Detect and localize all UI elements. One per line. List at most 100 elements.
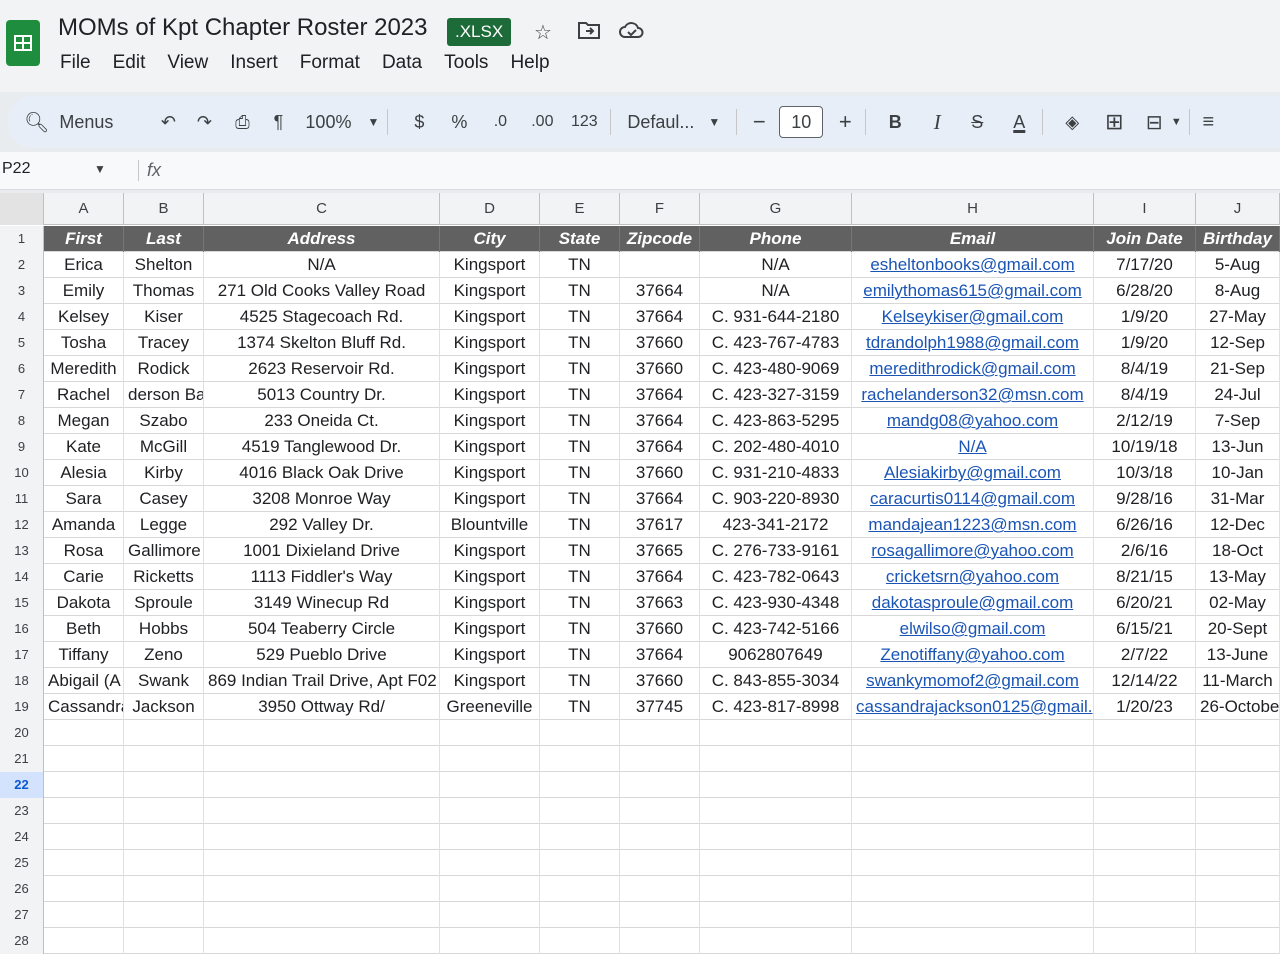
cell-g[interactable] [700, 772, 852, 798]
cell-j[interactable]: 8-Aug [1196, 278, 1280, 304]
merge-cells-icon[interactable]: ⊟ [1139, 105, 1169, 139]
cloud-status-icon[interactable] [619, 20, 645, 46]
row-number[interactable]: 24 [0, 824, 44, 850]
cell-j[interactable]: 24-Jul [1196, 382, 1280, 408]
cell-h[interactable] [852, 746, 1094, 772]
cell-d[interactable]: Kingsport [440, 668, 540, 694]
cell-f[interactable]: 37660 [620, 356, 700, 382]
cell-i[interactable] [1094, 876, 1196, 902]
cell-h[interactable]: dakotasproule@gmail.com [852, 590, 1094, 616]
cell-j[interactable]: 13-May [1196, 564, 1280, 590]
cell-j[interactable]: 13-Jun [1196, 434, 1280, 460]
cell-e[interactable]: TN [540, 694, 620, 720]
cell-h[interactable]: Alesiakirby@gmail.com [852, 460, 1094, 486]
cell-a[interactable] [44, 902, 124, 928]
cell-a[interactable]: Kate [44, 434, 124, 460]
cell-a[interactable]: Beth [44, 616, 124, 642]
cell-a[interactable]: Erica [44, 252, 124, 278]
cell-b[interactable]: Gallimore [124, 538, 204, 564]
cell-a[interactable] [44, 746, 124, 772]
cell-f[interactable]: Zipcode [620, 226, 700, 252]
cell-c[interactable]: 5013 Country Dr. [204, 382, 440, 408]
row-number[interactable]: 7 [0, 382, 44, 408]
cell-d[interactable]: Kingsport [440, 278, 540, 304]
cell-i[interactable] [1094, 720, 1196, 746]
cell-b[interactable] [124, 850, 204, 876]
cell-a[interactable]: Emily [44, 278, 124, 304]
cell-i[interactable]: 2/12/19 [1094, 408, 1196, 434]
cell-j[interactable]: 21-Sep [1196, 356, 1280, 382]
cell-f[interactable] [620, 876, 700, 902]
column-header-d[interactable]: D [440, 193, 540, 225]
cell-i[interactable]: Join Date [1094, 226, 1196, 252]
menu-tools[interactable]: Tools [444, 52, 488, 74]
cell-b[interactable]: Hobbs [124, 616, 204, 642]
cell-i[interactable]: 6/28/20 [1094, 278, 1196, 304]
number-format-button[interactable]: 123 [566, 105, 602, 139]
cell-d[interactable] [440, 824, 540, 850]
cell-f[interactable] [620, 252, 700, 278]
cell-i[interactable]: 6/15/21 [1094, 616, 1196, 642]
cell-j[interactable]: 12-Sep [1196, 330, 1280, 356]
cell-d[interactable] [440, 746, 540, 772]
cell-i[interactable]: 1/9/20 [1094, 330, 1196, 356]
cell-i[interactable] [1094, 824, 1196, 850]
cell-e[interactable]: TN [540, 330, 620, 356]
column-header-h[interactable]: H [852, 193, 1094, 225]
cell-g[interactable]: 423-341-2172 [700, 512, 852, 538]
cell-d[interactable]: Kingsport [440, 486, 540, 512]
zoom-select[interactable]: 100% ▼ [305, 105, 379, 139]
row-number[interactable]: 1 [0, 226, 44, 252]
cell-b[interactable]: Jackson [124, 694, 204, 720]
increase-decimal-button[interactable]: .00 [524, 105, 560, 139]
cell-h[interactable]: swankymomof2@gmail.com [852, 668, 1094, 694]
cell-c[interactable]: 271 Old Cooks Valley Road [204, 278, 440, 304]
cell-f[interactable]: 37664 [620, 382, 700, 408]
cell-b[interactable]: Sproule [124, 590, 204, 616]
column-header-f[interactable]: F [620, 193, 700, 225]
cell-a[interactable]: Rachel [44, 382, 124, 408]
cell-b[interactable]: Casey [124, 486, 204, 512]
row-number[interactable]: 10 [0, 460, 44, 486]
row-number[interactable]: 21 [0, 746, 44, 772]
cell-c[interactable]: 3950 Ottway Rd/ [204, 694, 440, 720]
cell-h[interactable]: elwilso@gmail.com [852, 616, 1094, 642]
cell-c[interactable]: 233 Oneida Ct. [204, 408, 440, 434]
cell-i[interactable] [1094, 902, 1196, 928]
cell-h[interactable] [852, 720, 1094, 746]
cell-h[interactable] [852, 850, 1094, 876]
cell-j[interactable]: 12-Dec [1196, 512, 1280, 538]
cell-e[interactable] [540, 824, 620, 850]
cell-d[interactable]: Kingsport [440, 590, 540, 616]
row-number[interactable]: 26 [0, 876, 44, 902]
cell-j[interactable] [1196, 824, 1280, 850]
cell-a[interactable]: Tosha [44, 330, 124, 356]
column-header-e[interactable]: E [540, 193, 620, 225]
cell-h[interactable]: cricketsrn@yahoo.com [852, 564, 1094, 590]
cell-b[interactable] [124, 824, 204, 850]
row-number[interactable]: 8 [0, 408, 44, 434]
cell-h[interactable]: rosagallimore@yahoo.com [852, 538, 1094, 564]
cell-h[interactable]: Zenotiffany@yahoo.com [852, 642, 1094, 668]
cell-c[interactable] [204, 876, 440, 902]
cell-f[interactable]: 37664 [620, 304, 700, 330]
column-header-c[interactable]: C [204, 193, 440, 225]
cell-d[interactable]: Kingsport [440, 460, 540, 486]
row-number[interactable]: 9 [0, 434, 44, 460]
cell-g[interactable]: C. 423-817-8998 [700, 694, 852, 720]
cell-j[interactable]: 13-June [1196, 642, 1280, 668]
cell-d[interactable] [440, 798, 540, 824]
name-box[interactable]: P22 [2, 160, 30, 178]
cell-a[interactable]: Carie [44, 564, 124, 590]
cell-h[interactable]: emilythomas615@gmail.com [852, 278, 1094, 304]
cell-j[interactable]: 02-May [1196, 590, 1280, 616]
cell-b[interactable]: Thomas [124, 278, 204, 304]
row-number[interactable]: 6 [0, 356, 44, 382]
cell-a[interactable] [44, 824, 124, 850]
cell-i[interactable] [1094, 928, 1196, 954]
cell-i[interactable]: 2/6/16 [1094, 538, 1196, 564]
cell-e[interactable]: TN [540, 252, 620, 278]
cell-d[interactable]: Kingsport [440, 538, 540, 564]
cell-f[interactable]: 37664 [620, 278, 700, 304]
cell-f[interactable]: 37660 [620, 616, 700, 642]
